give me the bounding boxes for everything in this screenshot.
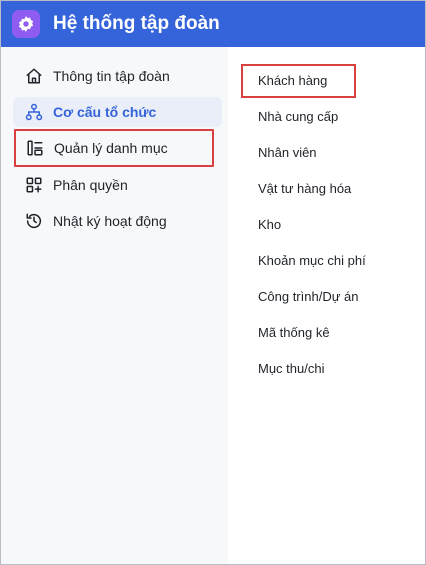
submenu-panel: Khách hàng Nhà cung cấp Nhân viên Vật tư… [230, 47, 425, 564]
history-icon [25, 212, 43, 230]
sidebar-item-label: Cơ cấu tổ chức [53, 104, 157, 120]
gear-icon [17, 15, 35, 33]
sidebar-item-activity-log[interactable]: Nhật ký hoạt động [13, 206, 222, 236]
sidebar-item-label: Quản lý danh mục [54, 140, 168, 156]
highlight-box-customers [241, 64, 356, 98]
category-list-icon [26, 139, 44, 157]
submenu-item-warehouse[interactable]: Kho [258, 216, 281, 234]
sidebar-item-label: Nhật ký hoạt động [53, 213, 167, 229]
window-frame: Hệ thống tập đoàn Thông tin tập đoàn Cơ … [0, 0, 426, 565]
submenu-item-projects[interactable]: Công trình/Dự án [258, 288, 358, 306]
submenu-item-employees[interactable]: Nhân viên [258, 144, 317, 162]
sidebar-item-category-management[interactable]: Quản lý danh mục [14, 129, 214, 167]
submenu-item-income-expense[interactable]: Mục thu/chi [258, 360, 324, 378]
sidebar-item-permissions[interactable]: Phân quyền [13, 170, 222, 200]
org-structure-icon [25, 103, 43, 121]
sidebar-item-label: Phân quyền [53, 177, 128, 193]
home-icon [25, 67, 43, 85]
sidebar-item-label: Thông tin tập đoàn [53, 68, 170, 84]
app-header: Hệ thống tập đoàn [1, 1, 425, 47]
sidebar: Thông tin tập đoàn Cơ cấu tổ chức Quản l… [1, 47, 228, 564]
submenu-item-suppliers[interactable]: Nhà cung cấp [258, 108, 338, 126]
submenu-item-expense-items[interactable]: Khoản mục chi phí [258, 252, 366, 270]
submenu-item-materials-goods[interactable]: Vật tư hàng hóa [258, 180, 351, 198]
submenu-item-statistics-codes[interactable]: Mã thống kê [258, 324, 330, 342]
app-logo [12, 10, 40, 38]
sidebar-item-company-info[interactable]: Thông tin tập đoàn [13, 61, 222, 91]
app-title: Hệ thống tập đoàn [53, 13, 220, 34]
grid-plus-icon [25, 176, 43, 194]
sidebar-item-org-structure[interactable]: Cơ cấu tổ chức [13, 97, 222, 127]
